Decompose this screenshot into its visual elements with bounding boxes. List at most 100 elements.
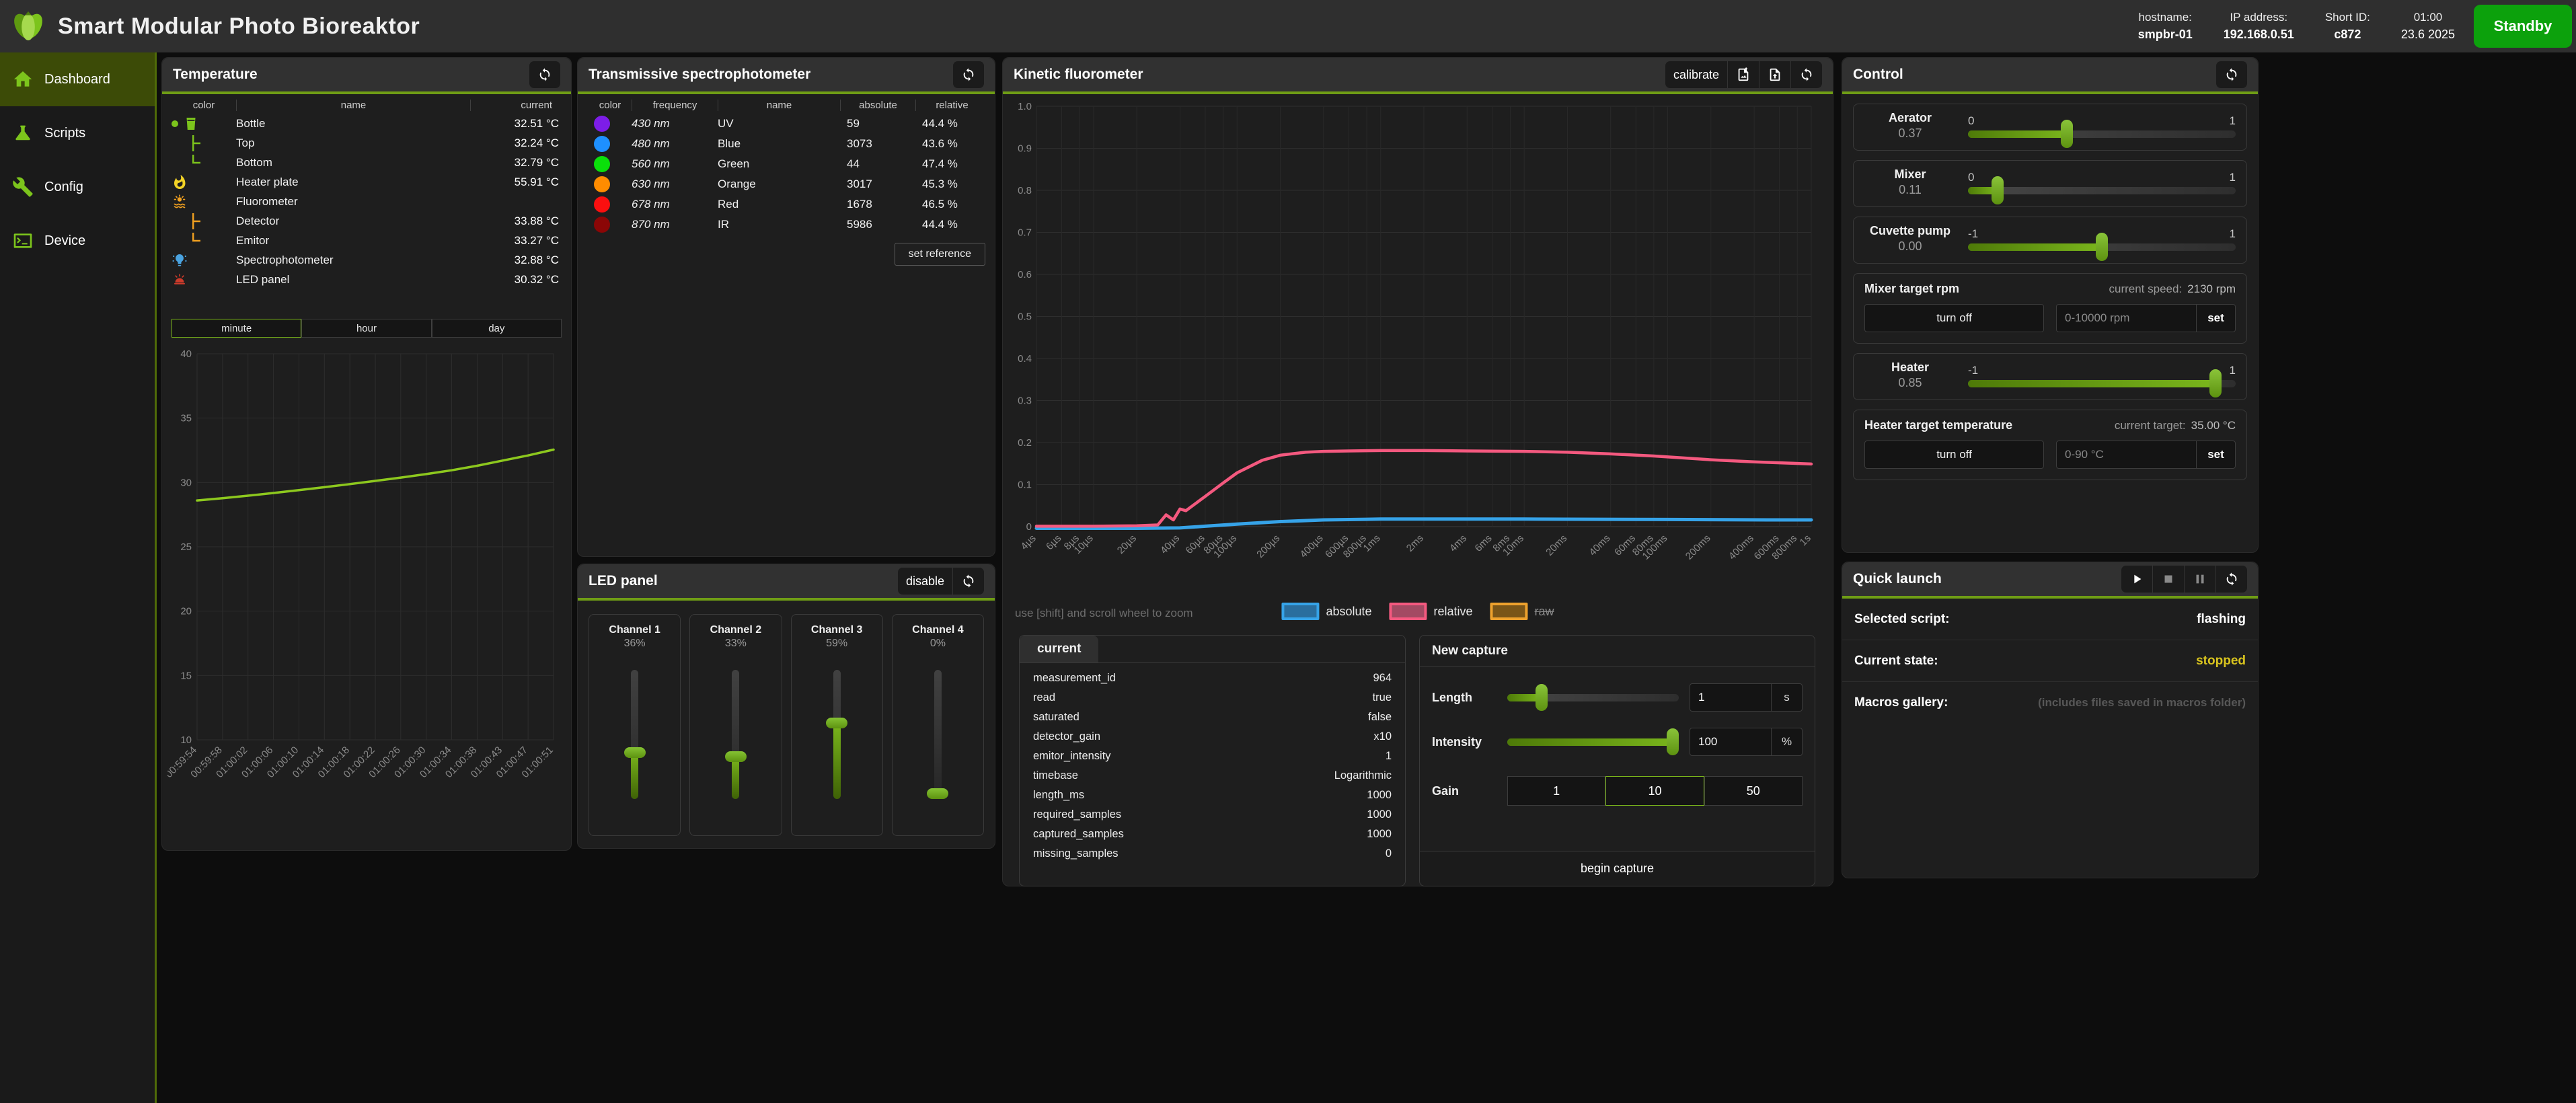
cuvette-pump-slider[interactable] <box>1968 243 2236 251</box>
legend-swatch <box>1490 603 1528 620</box>
control-panel-header: Control <box>1842 58 2258 94</box>
fluorometer-panel-header: Kinetic fluorometer calibrate <box>1003 58 1833 94</box>
slider-handle[interactable] <box>2061 120 2073 148</box>
slider-handle[interactable] <box>1992 176 2004 204</box>
play-script-button[interactable] <box>2121 566 2152 593</box>
wavelength: 480 nm <box>632 137 718 151</box>
aerator-slider[interactable] <box>1968 130 2236 138</box>
slider-handle[interactable] <box>624 747 646 758</box>
control-refresh-button[interactable] <box>2216 61 2247 88</box>
slider-handle[interactable] <box>826 718 847 728</box>
led-channel-slider[interactable] <box>934 670 942 799</box>
heater-temp-input[interactable] <box>2057 441 2196 468</box>
led-disable-button[interactable]: disable <box>898 568 952 595</box>
sensor-current-value: 32.79 °C <box>477 156 571 169</box>
slider-handle[interactable] <box>927 788 948 799</box>
led-channel-slider[interactable] <box>833 670 841 799</box>
header-info-item: IP address: 192.168.0.51 <box>2224 9 2294 44</box>
intensity-slider[interactable] <box>1507 738 1679 746</box>
fluorometer-chart[interactable]: 00.10.20.30.40.50.60.70.80.91.04µs6µs8µs… <box>1010 98 1823 599</box>
export-image-icon <box>1736 67 1751 82</box>
spectrophotometer-panel-header: Transmissive spectrophotometer <box>578 58 995 94</box>
measurement-value: true <box>1373 691 1392 704</box>
slider-handle[interactable] <box>2209 369 2222 397</box>
aerator-label: Aerator <box>1860 111 1960 125</box>
gain-option-button[interactable]: 1 <box>1507 776 1605 806</box>
sidebar-item[interactable]: Config <box>0 160 155 214</box>
export-data-button[interactable] <box>1759 61 1790 88</box>
legend-item[interactable]: absolute <box>1281 603 1371 620</box>
stop-script-button[interactable] <box>2152 566 2184 593</box>
temperature-title: Temperature <box>173 67 258 83</box>
calibrate-button[interactable]: calibrate <box>1665 61 1727 88</box>
gain-option-button[interactable]: 50 <box>1704 776 1803 806</box>
measurement-row: required_samples 1000 <box>1020 805 1405 825</box>
sidebar-item[interactable]: Scripts <box>0 106 155 160</box>
export-image-button[interactable] <box>1727 61 1759 88</box>
sidebar-item[interactable]: Device <box>0 214 155 268</box>
begin-capture-button[interactable]: begin capture <box>1420 851 1815 886</box>
legend-label: raw <box>1535 605 1554 619</box>
pause-script-button[interactable] <box>2184 566 2215 593</box>
range-tab[interactable]: minute <box>172 319 301 338</box>
slider-handle[interactable] <box>725 751 747 762</box>
gain-options: 1 10 50 <box>1507 776 1803 806</box>
legend-item[interactable]: raw <box>1490 603 1554 620</box>
spectrophotometer-panel: Transmissive spectrophotometer color fre… <box>577 57 995 557</box>
fluorometer-refresh-button[interactable] <box>1790 61 1822 88</box>
quick-launch-refresh-button[interactable] <box>2215 566 2247 593</box>
refresh-icon <box>1799 67 1814 82</box>
mixer-turn-off-button[interactable]: turn off <box>1864 304 2044 332</box>
sidebar-item[interactable]: Dashboard <box>0 52 155 106</box>
legend-item[interactable]: relative <box>1390 603 1473 620</box>
gain-option-button[interactable]: 10 <box>1605 776 1704 806</box>
svg-text:20: 20 <box>180 606 192 617</box>
heater-turn-off-button[interactable]: turn off <box>1864 441 2044 469</box>
channel-name: Green <box>718 157 847 171</box>
set-reference-button[interactable]: set reference <box>895 243 985 266</box>
channel-name: UV <box>718 117 847 130</box>
macros-gallery-row: Macros gallery: (includes files saved in… <box>1842 682 2258 724</box>
range-tab[interactable]: day <box>432 319 562 338</box>
spectrophotometer-refresh-button[interactable] <box>953 61 984 88</box>
channel-name: IR <box>718 218 847 231</box>
length-slider[interactable] <box>1507 694 1679 701</box>
svg-text:4ms: 4ms <box>1447 533 1469 554</box>
mixer-slider[interactable] <box>1968 187 2236 194</box>
header-info-label: hostname: <box>2138 9 2193 26</box>
led-refresh-button[interactable] <box>952 568 984 595</box>
sensor-name: Fluorometer <box>236 195 477 208</box>
new-capture-title: New capture <box>1420 636 1815 667</box>
length-input[interactable] <box>1690 684 1771 711</box>
play-icon <box>2129 572 2144 586</box>
mixer-rpm-set-button[interactable]: set <box>2196 305 2235 332</box>
spectrophotometer-title: Transmissive spectrophotometer <box>589 67 810 83</box>
slider-handle[interactable] <box>1667 728 1679 755</box>
svg-text:0.3: 0.3 <box>1018 395 1032 407</box>
fluorometer-title: Kinetic fluorometer <box>1014 67 1143 83</box>
slider-fill <box>833 723 841 799</box>
mixer-rpm-input[interactable] <box>2057 305 2196 332</box>
spectro-row: 430 nm UV 59 44.4 % <box>578 114 995 134</box>
spectro-row: 870 nm IR 5986 44.4 % <box>578 215 995 235</box>
led-channel: Channel 4 0% <box>892 614 984 836</box>
intensity-input[interactable] <box>1690 728 1771 755</box>
slider-handle[interactable] <box>1536 684 1548 711</box>
temperature-refresh-button[interactable] <box>529 61 560 88</box>
standby-status-button[interactable]: Standby <box>2474 5 2572 48</box>
measurement-row: detector_gain x10 <box>1020 727 1405 747</box>
heater-temp-set-button[interactable]: set <box>2196 441 2235 468</box>
current-tab[interactable]: current <box>1020 636 1098 662</box>
measurement-key: length_ms <box>1033 789 1084 802</box>
fluorometer-chart-footer: use [shift] and scroll wheel to zoom abs… <box>1003 603 1833 625</box>
led-channel-slider[interactable] <box>732 670 739 799</box>
range-tab[interactable]: hour <box>301 319 431 338</box>
header-info-item: Short ID: c872 <box>2325 9 2370 44</box>
sidebar-item-icon <box>12 69 34 90</box>
heater-label: Heater <box>1860 360 1960 375</box>
sensor-name: LED panel <box>236 273 477 287</box>
led-channel-percent: 0% <box>930 638 946 650</box>
led-channel-slider[interactable] <box>631 670 638 799</box>
heater-slider[interactable] <box>1968 380 2236 387</box>
slider-handle[interactable] <box>2096 233 2108 261</box>
